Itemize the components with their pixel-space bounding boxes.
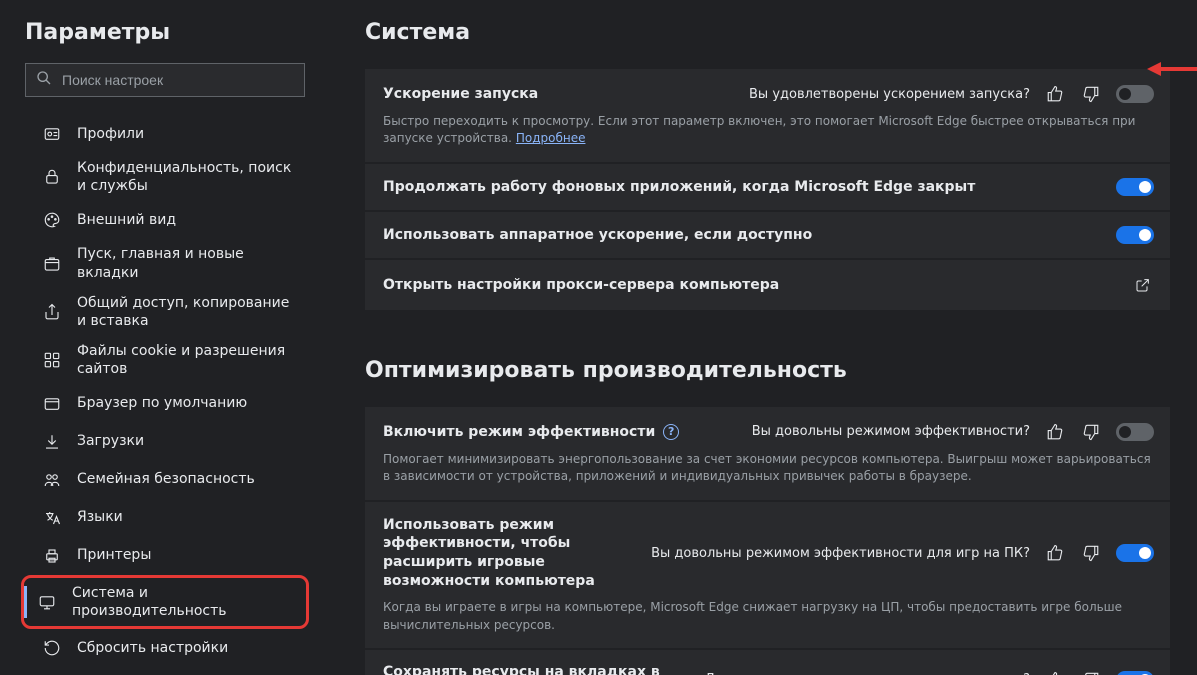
sidebar-item-downloads[interactable]: Загрузки <box>25 423 305 461</box>
languages-icon <box>43 509 61 527</box>
system-icon <box>38 593 56 611</box>
card-title: Включить режим эффективности <box>383 424 679 440</box>
sidebar-item-label: Загрузки <box>77 432 144 450</box>
card-description: Помогает минимизировать энергопользовани… <box>383 451 1153 486</box>
toggle-startup-boost[interactable] <box>1116 85 1154 103</box>
card-bg-apps: Продолжать работу фоновых приложений, ко… <box>365 164 1170 210</box>
toggle-hw-accel[interactable] <box>1116 226 1154 244</box>
thumbs-down-icon[interactable] <box>1080 421 1102 443</box>
sidebar-item-reset[interactable]: Сбросить настройки <box>25 629 305 667</box>
thumbs-up-icon[interactable] <box>1044 542 1066 564</box>
optimize-card-group: Включить режим эффективности Вы довольны… <box>365 407 1170 675</box>
sidebar-item-label: Языки <box>77 508 123 526</box>
thumbs-down-icon[interactable] <box>1080 669 1102 675</box>
thumbs-down-icon[interactable] <box>1080 83 1102 105</box>
profile-icon <box>43 125 61 143</box>
feedback-question: Вы удовлетворены ускорением запуска? <box>749 87 1030 102</box>
card-efficiency: Включить режим эффективности Вы довольны… <box>365 407 1170 500</box>
card-proxy[interactable]: Открыть настройки прокси-сервера компьют… <box>365 260 1170 310</box>
appearance-icon <box>43 211 61 229</box>
system-card-group: Ускорение запуска Вы удовлетворены ускор… <box>365 69 1170 310</box>
card-title: Использовать аппаратное ускорение, если … <box>383 227 812 243</box>
sidebar: Параметры Профили Конфиденциальность, по… <box>0 0 330 675</box>
sidebar-item-label: Сбросить настройки <box>77 639 228 657</box>
card-gaming-efficiency: Использовать режим эффективности, чтобы … <box>365 502 1170 648</box>
section-title-optimize: Оптимизировать производительность <box>365 358 1197 383</box>
card-sleeping-tabs: Сохранять ресурсы на вкладках в спящем р… <box>365 650 1170 675</box>
main-content: Система Ускорение запуска Вы удовлетворе… <box>330 0 1197 675</box>
sidebar-item-share[interactable]: Общий доступ, копирование и вставка <box>25 288 305 336</box>
sidebar-item-phone[interactable]: Телефон и другие устройства <box>25 667 305 675</box>
external-link-icon <box>1132 274 1154 296</box>
sidebar-item-label: Система и производительность <box>72 584 296 620</box>
sidebar-item-languages[interactable]: Языки <box>25 499 305 537</box>
feedback-question: Вы довольны режимом эффективности? <box>752 424 1030 439</box>
card-title: Ускорение запуска <box>383 86 538 102</box>
sidebar-item-label: Общий доступ, копирование и вставка <box>77 294 295 330</box>
toggle-gaming-efficiency[interactable] <box>1116 544 1154 562</box>
sidebar-item-appearance[interactable]: Внешний вид <box>25 201 305 239</box>
search-icon <box>36 70 52 90</box>
card-hw-accel: Использовать аппаратное ускорение, если … <box>365 212 1170 258</box>
sidebar-item-family[interactable]: Семейная безопасность <box>25 461 305 499</box>
printers-icon <box>43 547 61 565</box>
search-box[interactable] <box>25 63 305 97</box>
tabs-icon <box>43 255 61 273</box>
card-title: Продолжать работу фоновых приложений, ко… <box>383 179 975 195</box>
download-icon <box>43 433 61 451</box>
default-browser-icon <box>43 395 61 413</box>
toggle-sleeping-tabs[interactable] <box>1116 671 1154 675</box>
thumbs-up-icon[interactable] <box>1044 83 1066 105</box>
sidebar-item-label: Внешний вид <box>77 211 176 229</box>
sidebar-item-label: Принтеры <box>77 546 151 564</box>
sidebar-item-label: Браузер по умолчанию <box>77 394 247 412</box>
lock-icon <box>43 168 61 186</box>
thumbs-down-icon[interactable] <box>1080 542 1102 564</box>
card-description: Быстро переходить к просмотру. Если этот… <box>383 113 1153 148</box>
toggle-efficiency[interactable] <box>1116 423 1154 441</box>
thumbs-up-icon[interactable] <box>1044 669 1066 675</box>
sidebar-item-cookies[interactable]: Файлы cookie и разрешения сайтов <box>25 336 305 384</box>
cookie-icon <box>43 351 61 369</box>
card-title: Использовать режим эффективности, чтобы … <box>383 516 639 592</box>
sidebar-item-profiles[interactable]: Профили <box>25 115 305 153</box>
sidebar-item-privacy[interactable]: Конфиденциальность, поиск и службы <box>25 153 305 201</box>
card-description: Когда вы играете в игры на компьютере, M… <box>383 599 1153 634</box>
thumbs-up-icon[interactable] <box>1044 421 1066 443</box>
sidebar-item-label: Пуск, главная и новые вкладки <box>77 245 295 281</box>
sidebar-item-label: Конфиденциальность, поиск и службы <box>77 159 295 195</box>
sidebar-item-label: Профили <box>77 125 144 143</box>
nav-list: Профили Конфиденциальность, поиск и служ… <box>25 115 305 675</box>
section-title-system: Система <box>365 20 1197 45</box>
card-startup-boost: Ускорение запуска Вы удовлетворены ускор… <box>365 69 1170 162</box>
toggle-bg-apps[interactable] <box>1116 178 1154 196</box>
sidebar-item-label: Файлы cookie и разрешения сайтов <box>77 342 295 378</box>
sidebar-item-start-home[interactable]: Пуск, главная и новые вкладки <box>25 239 305 287</box>
sidebar-item-label: Семейная безопасность <box>77 470 255 488</box>
sidebar-item-system[interactable]: Система и производительность <box>24 578 306 626</box>
feedback-question: Вы довольны режимом эффективности для иг… <box>651 546 1030 561</box>
sidebar-item-default-browser[interactable]: Браузер по умолчанию <box>25 385 305 423</box>
learn-more-link[interactable]: Подробнее <box>516 131 586 145</box>
reset-icon <box>43 639 61 657</box>
card-title: Сохранять ресурсы на вкладках в спящем р… <box>383 664 693 675</box>
sidebar-item-printers[interactable]: Принтеры <box>25 537 305 575</box>
search-input[interactable] <box>62 72 294 88</box>
share-icon <box>43 303 61 321</box>
info-icon[interactable] <box>663 424 679 440</box>
family-icon <box>43 471 61 489</box>
highlight-annotation: Система и производительность <box>21 575 309 629</box>
card-title: Открыть настройки прокси-сервера компьют… <box>383 277 779 293</box>
sidebar-title: Параметры <box>25 20 305 45</box>
